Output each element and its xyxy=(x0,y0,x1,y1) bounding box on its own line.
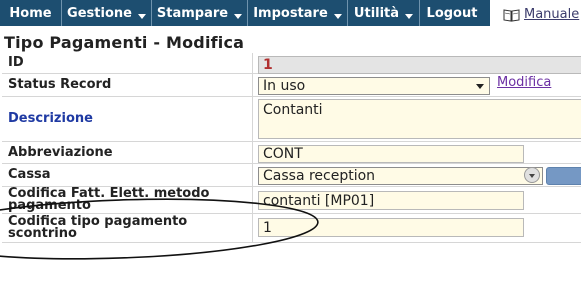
status-value-cell: In uso Modifica xyxy=(254,74,581,96)
id-label: ID xyxy=(2,53,253,73)
menu-impostare-label: Impostare xyxy=(253,5,328,21)
codifica-fatt-value-cell: contanti [MP01] xyxy=(254,187,581,213)
page-title: Tipo Pagamenti - Modifica xyxy=(4,33,245,52)
menu-logout-label: Logout xyxy=(426,5,478,21)
manuale-label: Manuale xyxy=(524,7,580,22)
row-status: Status Record In uso Modifica xyxy=(2,74,581,97)
cassa-dropdown-button[interactable] xyxy=(524,167,540,183)
cassa-label: Cassa xyxy=(2,164,253,186)
dropdown-arrow-icon xyxy=(476,84,484,89)
codifica-fatt-field[interactable]: contanti [MP01] xyxy=(258,191,524,210)
menu-impostare[interactable]: Impostare xyxy=(248,0,348,26)
book-icon xyxy=(503,8,520,22)
cassa-action-button[interactable] xyxy=(546,167,581,185)
menu-home-label: Home xyxy=(9,5,52,21)
manuale-link[interactable]: Manuale xyxy=(503,7,579,22)
cassa-combobox-value: Cassa reception xyxy=(263,168,376,184)
modifica-link[interactable]: Modifica xyxy=(497,75,551,90)
status-label: Status Record xyxy=(2,74,253,96)
menu-utilita[interactable]: Utilità xyxy=(348,0,420,26)
status-select[interactable]: In uso xyxy=(258,77,490,95)
id-value-cell: 1 xyxy=(254,53,581,74)
chevron-down-icon xyxy=(234,13,243,19)
menu-home[interactable]: Home xyxy=(0,0,62,26)
codifica-scontrino-input[interactable]: 1 xyxy=(258,218,524,237)
row-codifica-fatt: Codifica Fatt. Elett. metodo pagamento c… xyxy=(2,187,581,214)
menu-logout[interactable]: Logout xyxy=(420,0,484,26)
top-menu-bar: Home Gestione Stampare Impostare Utilità… xyxy=(0,0,490,26)
row-descrizione: Descrizione Contanti xyxy=(2,97,581,142)
cassa-combobox[interactable]: Cassa reception xyxy=(258,167,543,185)
payment-type-form: ID 1 Status Record In uso Modifica Descr… xyxy=(2,53,581,243)
row-cassa: Cassa Cassa reception xyxy=(2,164,581,187)
abbreviazione-value-cell: CONT xyxy=(254,142,581,163)
codifica-scontrino-value-cell: 1 xyxy=(254,214,581,242)
cassa-value-cell: Cassa reception xyxy=(254,164,581,186)
id-field: 1 xyxy=(258,56,581,74)
abbreviazione-label: Abbreviazione xyxy=(2,142,253,163)
status-select-value: In uso xyxy=(263,78,306,94)
chevron-down-icon xyxy=(137,13,146,19)
menu-gestione[interactable]: Gestione xyxy=(62,0,152,26)
descrizione-label[interactable]: Descrizione xyxy=(2,97,253,141)
descrizione-value-cell: Contanti xyxy=(254,97,581,141)
menu-stampare[interactable]: Stampare xyxy=(152,0,248,26)
chevron-down-icon xyxy=(405,13,414,19)
row-codifica-scontrino: Codifica tipo pagamento scontrino 1 xyxy=(2,214,581,243)
codifica-fatt-label: Codifica Fatt. Elett. metodo pagamento xyxy=(2,187,253,213)
codifica-scontrino-label: Codifica tipo pagamento scontrino xyxy=(2,214,253,242)
abbreviazione-input[interactable]: CONT xyxy=(258,145,524,163)
menu-stampare-label: Stampare xyxy=(156,5,229,21)
row-id: ID 1 xyxy=(2,53,581,74)
chevron-down-icon xyxy=(333,13,342,19)
menu-utilita-label: Utilità xyxy=(353,5,400,21)
descrizione-textarea[interactable]: Contanti xyxy=(258,99,581,139)
menu-gestione-label: Gestione xyxy=(67,5,132,21)
row-abbreviazione: Abbreviazione CONT xyxy=(2,142,581,164)
